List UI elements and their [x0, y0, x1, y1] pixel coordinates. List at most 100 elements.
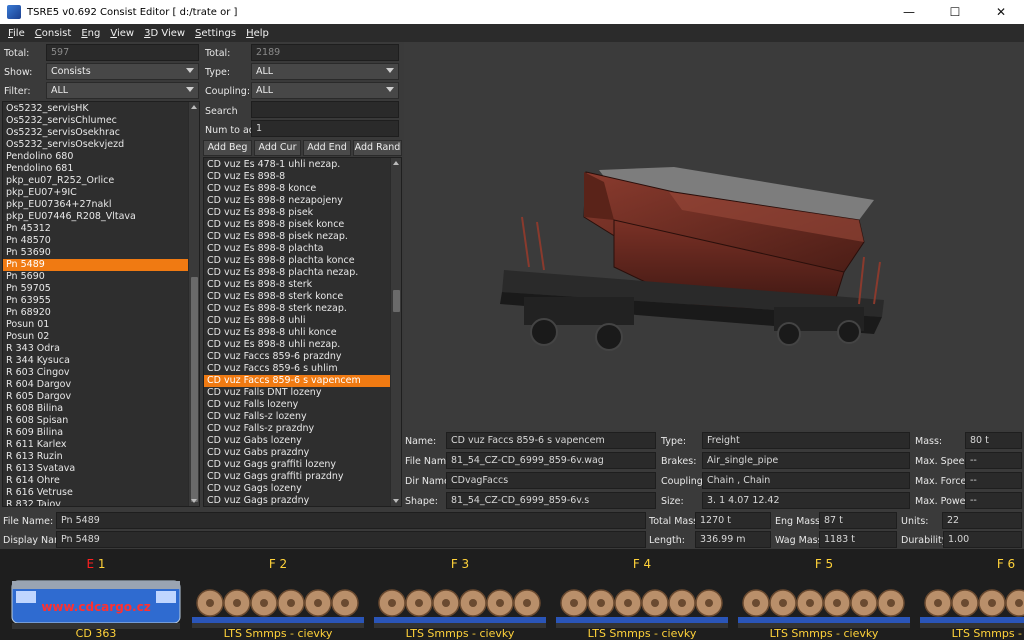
- maximize-button[interactable]: ☐: [932, 0, 978, 24]
- consist-list-item[interactable]: pkp_EU07+9IC: [3, 187, 199, 199]
- consist-list-item[interactable]: Pendolino 680: [3, 151, 199, 163]
- consist-list-item[interactable]: Pn 5690: [3, 271, 199, 283]
- wagon-list-item[interactable]: CD vuz Faccs 859-6 prazdny: [204, 351, 401, 363]
- consist-list-item[interactable]: Pn 68920: [3, 307, 199, 319]
- add-rand-button[interactable]: Add Rand: [353, 140, 402, 156]
- scroll-up-icon[interactable]: [191, 105, 197, 109]
- consist-strip[interactable]: E 1 www.cdcargo.cz CD 363 F 2 LTS Smmps - ci…: [0, 549, 1024, 640]
- wagon-list-item[interactable]: CD vuz Falls DNT lozeny: [204, 387, 401, 399]
- close-button[interactable]: ✕: [978, 0, 1024, 24]
- wagon-list[interactable]: CD vuz Es 478-1 uhli nezap. CD vuz Es 898…: [203, 157, 402, 507]
- consist-list-item[interactable]: Os5232_servisOsekvjezd: [3, 139, 199, 151]
- wagon-list-item[interactable]: CD vuz Es 898-8 konce: [204, 183, 401, 195]
- wagon-list-item[interactable]: CD vuz Es 898-8 uhli konce: [204, 327, 401, 339]
- wagon-list-item[interactable]: CD vuz Es 898-8 sterk nezap.: [204, 303, 401, 315]
- scroll-down-icon[interactable]: [393, 499, 399, 503]
- wagon-list-item[interactable]: CD vuz Es 898-8 nezapojeny: [204, 195, 401, 207]
- consist-list-item[interactable]: Pn 5489: [3, 259, 199, 271]
- wagon-list-item[interactable]: CD vuz Es 898-8 uhli nezap.: [204, 339, 401, 351]
- menu-settings[interactable]: Settings: [190, 28, 241, 39]
- consist-list-item[interactable]: R 613 Ruzin: [3, 451, 199, 463]
- consist-list-scrollbar[interactable]: [188, 102, 199, 506]
- search-input[interactable]: [251, 101, 399, 118]
- add-cur-button[interactable]: Add Cur: [254, 140, 301, 156]
- consist-list-item[interactable]: R 611 Karlex: [3, 439, 199, 451]
- wagon-list-item[interactable]: CD vuz Gags lozeny: [204, 483, 401, 495]
- show-combo[interactable]: Consists: [46, 63, 199, 80]
- consist-list-item[interactable]: Pn 53690: [3, 247, 199, 259]
- consist-list-item[interactable]: R 344 Kysuca: [3, 355, 199, 367]
- consist-unit[interactable]: F 6 LTS Smmps - cievky: [916, 549, 1024, 640]
- consist-list-item[interactable]: R 343 Odra: [3, 343, 199, 355]
- consist-unit[interactable]: F 2 LTS Smmps - cievky: [188, 549, 368, 640]
- coupling-combo[interactable]: ALL: [251, 82, 399, 99]
- scroll-thumb[interactable]: [393, 290, 400, 312]
- wagon-list-item[interactable]: CD vuz Es 898-8 pisek nezap.: [204, 231, 401, 243]
- add-end-button[interactable]: Add End: [303, 140, 351, 156]
- wagon-list-item[interactable]: CD vuz Es 898-8 uhli: [204, 315, 401, 327]
- wagon-list-item[interactable]: CD vuz Gabs prazdny: [204, 447, 401, 459]
- durability-spinbox[interactable]: 1.00: [943, 531, 1022, 548]
- consist-list-item[interactable]: R 832 Tajov: [3, 499, 199, 506]
- consist-list-item[interactable]: Pn 59705: [3, 283, 199, 295]
- wagon-list-item[interactable]: CD vuz Es 478-1 uhli nezap.: [204, 159, 401, 171]
- consist-list-item[interactable]: Pn 63955: [3, 295, 199, 307]
- wagon-list-item[interactable]: CD vuz Es 898-8 plachta nezap.: [204, 267, 401, 279]
- add-beg-button[interactable]: Add Beg: [203, 140, 252, 156]
- wagon-list-item[interactable]: CD vuz Gags prazdny: [204, 495, 401, 506]
- consist-list-item[interactable]: Os5232_servisOsekhrac: [3, 127, 199, 139]
- consist-unit[interactable]: E 1 www.cdcargo.cz CD 363: [6, 549, 186, 640]
- consist-list-item[interactable]: R 603 Cingov: [3, 367, 199, 379]
- consist-list-item[interactable]: R 609 Bilina: [3, 427, 199, 439]
- scroll-thumb[interactable]: [191, 277, 198, 502]
- consist-list-item[interactable]: Os5232_servisChlumec: [3, 115, 199, 127]
- consist-list-item[interactable]: R 608 Bilina: [3, 403, 199, 415]
- consist-unit[interactable]: F 3 LTS Smmps - cievky: [370, 549, 550, 640]
- wagon-list-scrollbar[interactable]: [390, 158, 401, 506]
- consist-list-item[interactable]: R 608 Spisan: [3, 415, 199, 427]
- menu-consist[interactable]: Consist: [30, 28, 77, 39]
- consist-list-item[interactable]: Posun 02: [3, 331, 199, 343]
- consist-list-item[interactable]: pkp_EU07364+27nakl: [3, 199, 199, 211]
- consist-list-item[interactable]: Posun 01: [3, 319, 199, 331]
- consist-file-name-input[interactable]: Pn 5489: [56, 512, 646, 529]
- consist-list-item[interactable]: R 613 Svatava: [3, 463, 199, 475]
- menu-help[interactable]: Help: [241, 28, 274, 39]
- wagon-list-item[interactable]: CD vuz Es 898-8 sterk: [204, 279, 401, 291]
- menu-eng[interactable]: Eng: [76, 28, 105, 39]
- consist-list[interactable]: Os5232_servisHK Os5232_servisChlumec Os523…: [2, 101, 200, 507]
- consist-list-item[interactable]: R 616 Vetruse: [3, 487, 199, 499]
- wagon-list-item[interactable]: CD vuz Faccs 859-6 s vapencem: [204, 375, 401, 387]
- wagon-list-item[interactable]: CD vuz Es 898-8: [204, 171, 401, 183]
- consist-list-item[interactable]: Os5232_servisHK: [3, 103, 199, 115]
- wagon-list-item[interactable]: CD vuz Falls-z prazdny: [204, 423, 401, 435]
- wagon-list-item[interactable]: CD vuz Es 898-8 plachta konce: [204, 255, 401, 267]
- consist-unit[interactable]: F 5 LTS Smmps - cievky: [734, 549, 914, 640]
- type-combo[interactable]: ALL: [251, 63, 399, 80]
- wagon-list-item[interactable]: CD vuz Gags graffiti lozeny: [204, 459, 401, 471]
- wagon-list-item[interactable]: CD vuz Falls-z lozeny: [204, 411, 401, 423]
- menu-3d-view[interactable]: 3D View: [139, 28, 190, 39]
- wagon-list-item[interactable]: CD vuz Gags graffiti prazdny: [204, 471, 401, 483]
- 3d-viewport[interactable]: [404, 42, 1024, 430]
- consist-list-item[interactable]: R 604 Dargov: [3, 379, 199, 391]
- consist-list-item[interactable]: Pn 48570: [3, 235, 199, 247]
- consist-list-item[interactable]: Pendolino 681: [3, 163, 199, 175]
- scroll-up-icon[interactable]: [393, 161, 399, 165]
- wagon-list-item[interactable]: CD vuz Falls lozeny: [204, 399, 401, 411]
- wagon-list-item[interactable]: CD vuz Es 898-8 pisek konce: [204, 219, 401, 231]
- wagon-list-item[interactable]: CD vuz Es 898-8 plachta: [204, 243, 401, 255]
- wagon-list-item[interactable]: CD vuz Faccs 859-6 s uhlim: [204, 363, 401, 375]
- wagon-list-item[interactable]: CD vuz Gabs lozeny: [204, 435, 401, 447]
- consist-list-item[interactable]: R 605 Dargov: [3, 391, 199, 403]
- wagon-list-item[interactable]: CD vuz Es 898-8 sterk konce: [204, 291, 401, 303]
- num-to-add-input[interactable]: 1: [251, 120, 399, 137]
- menu-file[interactable]: File: [3, 28, 30, 39]
- wagon-list-item[interactable]: CD vuz Es 898-8 pisek: [204, 207, 401, 219]
- consist-list-item[interactable]: pkp_EU07446_R208_Vltava: [3, 211, 199, 223]
- scroll-down-icon[interactable]: [191, 499, 197, 503]
- filter-combo[interactable]: ALL: [46, 82, 199, 99]
- consist-unit[interactable]: F 4 LTS Smmps - cievky: [552, 549, 732, 640]
- consist-list-item[interactable]: pkp_eu07_R252_Orlice: [3, 175, 199, 187]
- consist-list-item[interactable]: R 614 Ohre: [3, 475, 199, 487]
